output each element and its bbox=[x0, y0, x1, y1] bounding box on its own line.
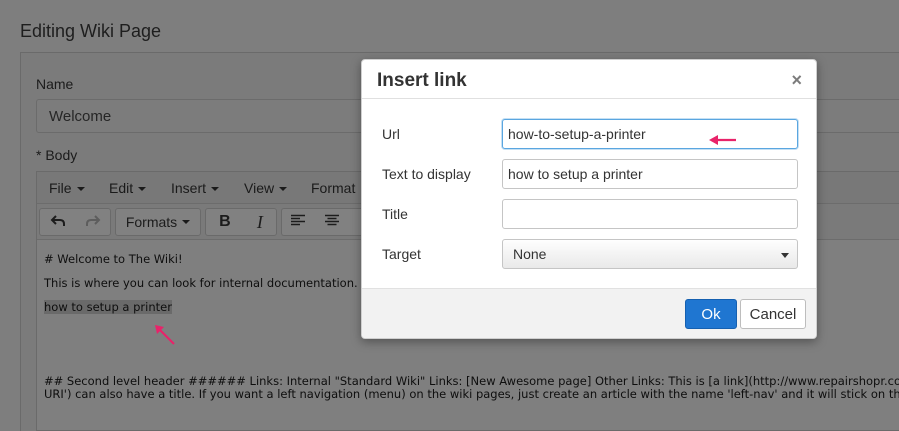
menu-view-label: View bbox=[244, 180, 275, 196]
menu-insert[interactable]: Insert bbox=[171, 180, 220, 196]
insert-link-dialog: Insert link × Url Text to display Title … bbox=[361, 59, 817, 339]
text-to-display-label: Text to display bbox=[382, 166, 471, 182]
url-label: Url bbox=[382, 126, 400, 142]
selected-text: how to setup a printer bbox=[44, 300, 172, 314]
dialog-header: Insert link × bbox=[362, 60, 816, 99]
align-center-icon[interactable] bbox=[324, 214, 340, 230]
target-select[interactable]: None bbox=[502, 239, 798, 269]
content-line: ## Second level header ###### Links: Int… bbox=[44, 374, 899, 388]
annotation-arrow-icon bbox=[709, 135, 736, 145]
menu-file[interactable]: File bbox=[49, 180, 85, 196]
ok-button[interactable]: Ok bbox=[685, 299, 737, 329]
cancel-button[interactable]: Cancel bbox=[740, 299, 806, 329]
page-title: Editing Wiki Page bbox=[20, 21, 162, 41]
target-selected-value: None bbox=[513, 246, 547, 262]
menu-format-label: Format bbox=[311, 180, 356, 196]
url-input[interactable] bbox=[502, 119, 798, 149]
formats-dropdown[interactable]: Formats bbox=[115, 208, 201, 236]
chevron-down-icon bbox=[781, 253, 789, 258]
menu-edit[interactable]: Edit bbox=[109, 180, 147, 196]
chevron-down-icon bbox=[76, 187, 85, 192]
target-label: Target bbox=[382, 246, 421, 262]
chevron-down-icon bbox=[279, 187, 288, 192]
bold-italic-group: B I bbox=[205, 208, 277, 236]
menu-edit-label: Edit bbox=[109, 180, 134, 196]
content-line: This is where you can look for internal … bbox=[44, 276, 358, 290]
title-input[interactable] bbox=[502, 199, 798, 229]
align-left-icon[interactable] bbox=[290, 214, 306, 230]
dialog-footer: Ok Cancel bbox=[362, 288, 816, 338]
chevron-down-icon bbox=[211, 187, 220, 192]
name-label: Name bbox=[36, 76, 74, 92]
menu-view[interactable]: View bbox=[244, 180, 288, 196]
content-line: URI') can also have a title. If you want… bbox=[44, 387, 899, 401]
redo-icon[interactable] bbox=[85, 214, 101, 231]
bold-button[interactable]: B bbox=[219, 213, 231, 231]
formats-label: Formats bbox=[125, 214, 178, 230]
chevron-down-icon bbox=[182, 220, 191, 224]
undo-redo-group bbox=[39, 208, 111, 236]
align-group bbox=[281, 208, 371, 236]
text-to-display-input[interactable] bbox=[502, 159, 798, 189]
body-label: * Body bbox=[36, 147, 78, 163]
chevron-down-icon bbox=[138, 187, 147, 192]
menu-insert-label: Insert bbox=[171, 180, 207, 196]
title-label: Title bbox=[382, 206, 408, 222]
undo-icon[interactable] bbox=[50, 214, 66, 231]
menu-file-label: File bbox=[49, 180, 72, 196]
close-icon[interactable]: × bbox=[791, 71, 802, 89]
dialog-title: Insert link bbox=[377, 70, 467, 91]
content-line: # Welcome to The Wiki! bbox=[44, 252, 183, 266]
menu-format[interactable]: Format bbox=[311, 180, 355, 196]
annotation-arrow-icon bbox=[155, 325, 175, 345]
italic-button[interactable]: I bbox=[257, 212, 263, 233]
